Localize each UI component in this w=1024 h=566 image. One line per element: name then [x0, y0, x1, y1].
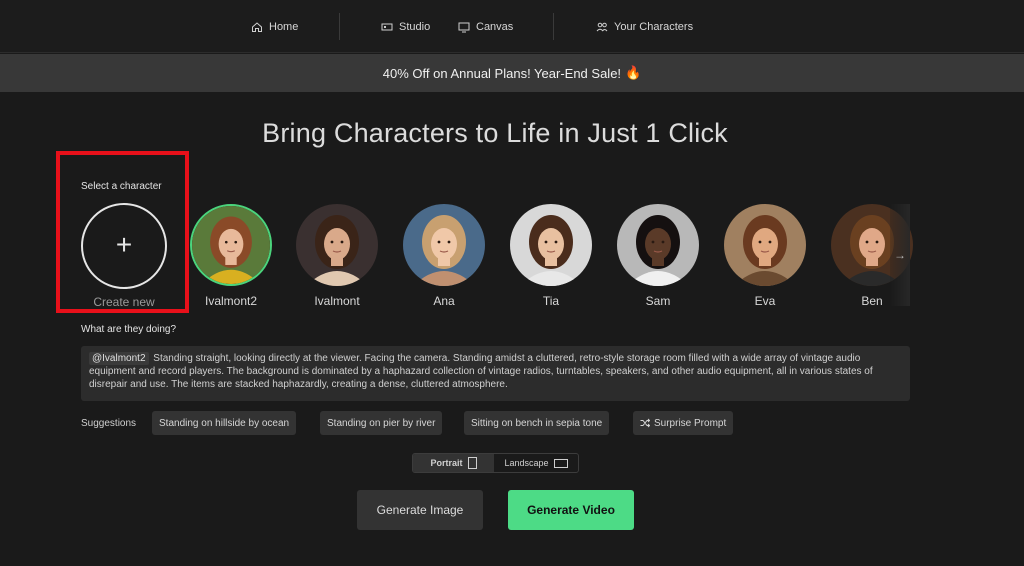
plus-icon: +	[115, 229, 133, 260]
portrait-image	[296, 204, 378, 286]
page-title: Bring Characters to Life in Just 1 Click	[262, 118, 728, 148]
nav-studio-label: Studio	[399, 20, 431, 33]
suggestion-chip[interactable]: Standing on hillside by ocean	[152, 411, 297, 435]
character-name: Eva	[754, 294, 776, 308]
prompt-label: What are they doing?	[81, 324, 177, 335]
portrait-image	[192, 206, 270, 284]
scroll-right-button[interactable]: →	[890, 204, 910, 306]
generate-image-button[interactable]: Generate Image	[357, 490, 483, 530]
character-avatar	[724, 204, 806, 286]
nav-home[interactable]: Home	[251, 0, 298, 53]
nav-your-characters-label: Your Characters	[614, 20, 694, 33]
generate-video-button[interactable]: Generate Video	[508, 490, 634, 530]
character-name: Ivalmont2	[204, 294, 258, 308]
character-card[interactable]: Ivalmont	[295, 204, 379, 308]
suggestion-chip[interactable]: Standing on pier by river	[320, 411, 443, 435]
character-card[interactable]: Sam	[616, 204, 700, 308]
nav-studio[interactable]: Studio	[381, 0, 430, 53]
character-card[interactable]: Ana	[402, 204, 486, 308]
suggestions-label: Suggestions	[81, 418, 137, 429]
character-name: Ivalmont	[314, 294, 360, 308]
character-card[interactable]: Eva	[723, 204, 807, 308]
shuffle-icon	[640, 418, 650, 428]
create-new-label: Create new	[93, 295, 155, 309]
character-name: Ana	[433, 294, 455, 308]
character-avatar	[403, 204, 485, 286]
nav-divider	[553, 13, 554, 40]
nav-canvas[interactable]: Canvas	[458, 0, 513, 53]
orientation-toggle: Portrait Landscape	[412, 453, 579, 473]
character-card[interactable]: Tia	[509, 204, 593, 308]
character-name: Sam	[645, 294, 671, 308]
prompt-textarea[interactable]: @Ivalmont2 Standing straight, looking di…	[81, 346, 910, 401]
character-avatar	[296, 204, 378, 286]
top-nav: Home Studio Canvas Your Characters	[0, 0, 1024, 53]
landscape-option[interactable]: Landscape	[494, 454, 578, 472]
suggestion-chip-label: Standing on pier by river	[327, 417, 436, 429]
character-card[interactable]: Ivalmont2	[189, 204, 273, 308]
home-icon	[252, 21, 262, 32]
select-character-label: Select a character	[81, 181, 162, 192]
nav-canvas-label: Canvas	[476, 20, 514, 33]
suggestion-chip-label: Sitting on bench in sepia tone	[471, 417, 603, 429]
portrait-image	[617, 204, 699, 286]
studio-icon	[381, 23, 393, 30]
portrait-icon	[467, 457, 477, 469]
character-avatar	[190, 204, 272, 286]
surprise-prompt-button[interactable]: Surprise Prompt	[633, 411, 734, 435]
suggestion-chip-label: Standing on hillside by ocean	[159, 417, 290, 429]
canvas-icon	[458, 22, 470, 32]
promo-text: 40% Off on Annual Plans! Year-End Sale!	[382, 65, 622, 81]
character-mention-tag: @Ivalmont2	[89, 352, 149, 365]
prompt-text: Standing straight, looking directly at t…	[89, 353, 873, 390]
portrait-image	[510, 204, 592, 286]
landscape-label: Landscape	[504, 458, 549, 468]
create-new-character-button[interactable]: +	[81, 203, 167, 289]
nav-your-characters[interactable]: Your Characters	[596, 0, 693, 53]
arrow-right-icon: →	[894, 248, 906, 262]
fire-icon: 🔥	[625, 65, 642, 80]
portrait-image	[724, 204, 806, 286]
promo-banner[interactable]: 40% Off on Annual Plans! Year-End Sale! …	[0, 54, 1024, 92]
portrait-option[interactable]: Portrait	[413, 454, 495, 472]
character-avatar	[617, 204, 699, 286]
portrait-label: Portrait	[430, 458, 463, 468]
users-icon	[596, 22, 608, 31]
landscape-icon	[553, 458, 568, 468]
suggestion-chip[interactable]: Sitting on bench in sepia tone	[464, 411, 610, 435]
nav-home-label: Home	[269, 20, 299, 33]
portrait-image	[403, 204, 485, 286]
surprise-prompt-label: Surprise Prompt	[654, 417, 727, 429]
nav-divider	[339, 13, 340, 40]
character-name: Tia	[542, 294, 560, 308]
character-avatar	[510, 204, 592, 286]
